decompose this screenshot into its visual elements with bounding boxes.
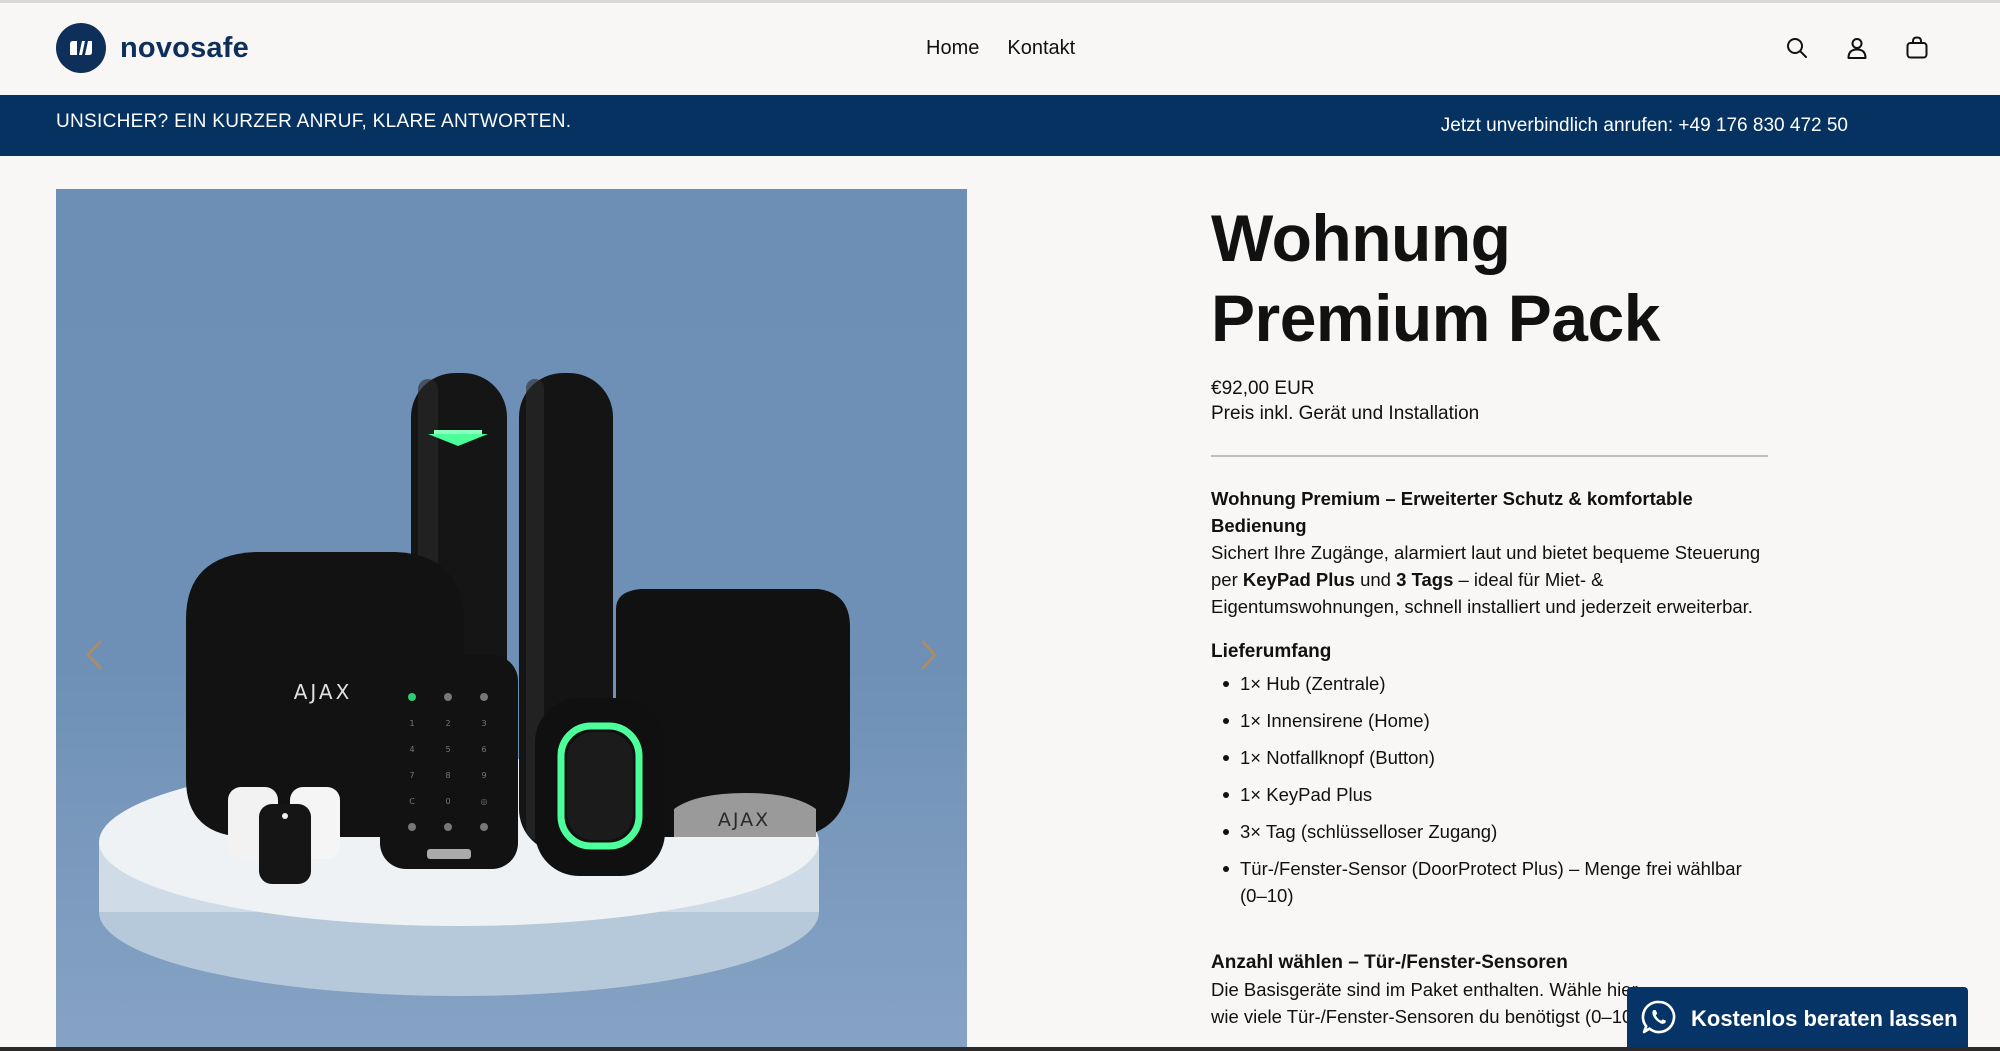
whatsapp-icon: [1641, 999, 1677, 1040]
main-nav: Home Kontakt: [926, 37, 1075, 60]
site-header: novosafe Home Kontakt: [0, 3, 2000, 95]
logo-icon: [56, 23, 106, 73]
description-bold-tags: 3 Tags: [1396, 569, 1454, 590]
header-icons: [1784, 35, 1930, 61]
divider: [1211, 455, 1768, 457]
logo-link[interactable]: novosafe: [56, 23, 249, 73]
svg-text:7: 7: [409, 771, 414, 780]
announcement-text: UNSICHER? EIN KURZER ANRUF, KLARE ANTWOR…: [56, 111, 572, 132]
product-price: €92,00 EUR: [1211, 378, 1315, 399]
svg-text:2: 2: [445, 719, 450, 728]
list-item: 1× Notfallknopf (Button): [1211, 744, 1771, 771]
scope-heading: Lieferumfang: [1211, 641, 1332, 662]
hub-brand-label: AJAX: [294, 680, 353, 704]
account-icon[interactable]: [1844, 35, 1870, 61]
quantity-description: Die Basisgeräte sind im Paket enthalten.…: [1211, 979, 1644, 1027]
scope-list: 1× Hub (Zentrale) 1× Innensirene (Home) …: [1211, 670, 1771, 909]
nav-kontakt[interactable]: Kontakt: [1007, 37, 1075, 60]
title-line-1: Wohnung: [1211, 201, 1511, 275]
search-icon[interactable]: [1784, 35, 1810, 61]
list-item: 1× KeyPad Plus: [1211, 781, 1771, 808]
gallery-prev-arrow-icon[interactable]: [74, 635, 114, 675]
svg-text:9: 9: [481, 771, 486, 780]
product-image: AJAX AJAX 1 2 3 4 5 6 7 8 9 C 0 ◎: [99, 373, 850, 996]
list-item: 3× Tag (schlüsselloser Zugang): [1211, 818, 1771, 845]
siren-brand-label: AJAX: [718, 809, 770, 831]
svg-text:◎: ◎: [481, 797, 488, 806]
whatsapp-consult-button[interactable]: Kostenlos beraten lassen: [1627, 987, 1968, 1051]
announcement-phone[interactable]: Jetzt unverbindlich anrufen: +49 176 830…: [1441, 115, 1848, 137]
list-item: 1× Hub (Zentrale): [1211, 670, 1771, 697]
title-line-2: Premium Pack: [1211, 281, 1660, 355]
description-bold-keypad: KeyPad Plus: [1242, 569, 1355, 590]
list-item: 1× Innensirene (Home): [1211, 707, 1771, 734]
gallery-next-arrow-icon[interactable]: [909, 635, 949, 675]
product-title: Wohnung Premium Pack: [1211, 198, 1771, 358]
svg-text:C: C: [409, 797, 415, 806]
description-heading: Wohnung Premium – Erweiterter Schutz & k…: [1211, 488, 1693, 536]
svg-text:8: 8: [445, 771, 450, 780]
product-description: Wohnung Premium – Erweiterter Schutz & k…: [1211, 485, 1771, 620]
svg-text:6: 6: [481, 745, 486, 754]
price-note: Preis inkl. Gerät und Installation: [1211, 403, 1480, 424]
list-item: Tür-/Fenster-Sensor (DoorProtect Plus) –…: [1211, 855, 1771, 909]
description-body: Sichert Ihre Zugänge, alarmiert laut und…: [1211, 539, 1771, 620]
svg-text:5: 5: [445, 745, 450, 754]
nav-home[interactable]: Home: [926, 37, 979, 60]
svg-text:3: 3: [481, 719, 486, 728]
whatsapp-button-label: Kostenlos beraten lassen: [1691, 1006, 1958, 1031]
product-gallery: AJAX AJAX 1 2 3 4 5 6 7 8 9 C 0 ◎: [56, 189, 967, 1051]
svg-text:4: 4: [409, 745, 414, 754]
svg-text:0: 0: [445, 797, 450, 806]
product-info: Wohnung Premium Pack €92,00 EUR Preis in…: [1211, 198, 1771, 1030]
announcement-bar: UNSICHER? EIN KURZER ANRUF, KLARE ANTWOR…: [0, 95, 2000, 156]
brand-name: novosafe: [120, 31, 249, 64]
svg-text:1: 1: [409, 719, 414, 728]
bottom-border: [0, 1047, 2000, 1051]
quantity-heading: Anzahl wählen – Tür-/Fenster-Sensoren: [1211, 952, 1568, 973]
description-text-2: und: [1354, 569, 1397, 590]
cart-icon[interactable]: [1904, 35, 1930, 61]
